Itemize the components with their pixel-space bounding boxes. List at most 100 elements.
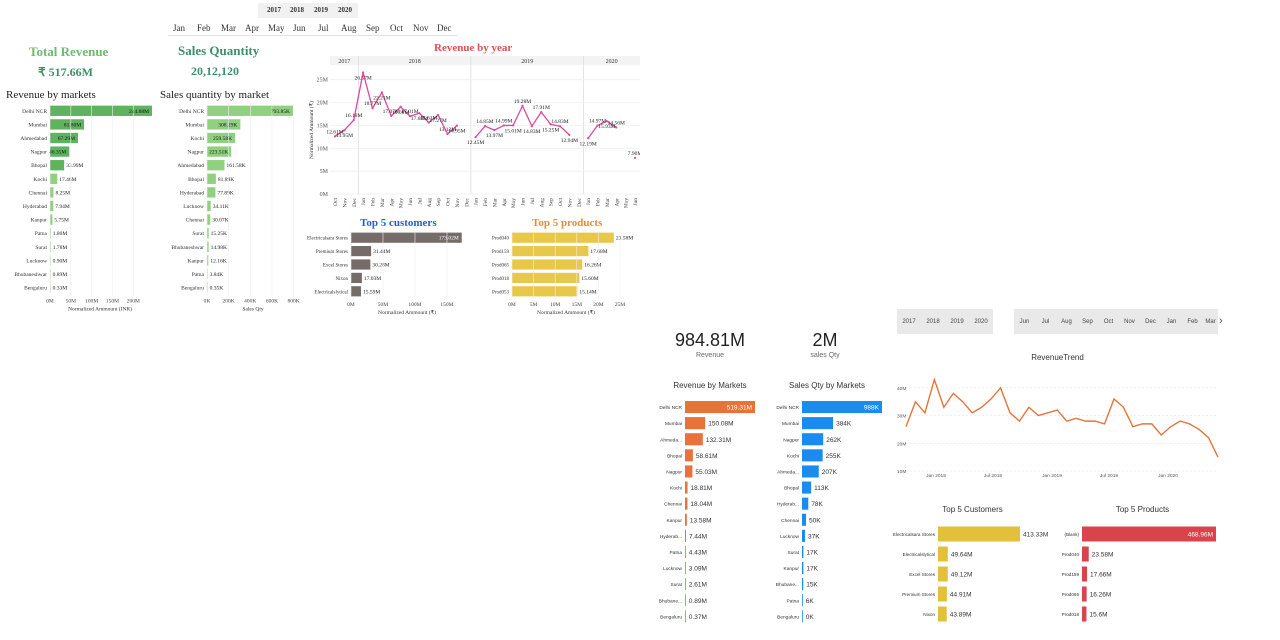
month-slicer-may[interactable]: May [268,23,285,33]
tick-label: 800K [287,298,299,304]
data-label: 173.02M [439,236,459,242]
x-tick-label: Dec [352,197,358,206]
month-slicer-nov[interactable]: Nov [413,23,429,33]
data-label: 16.18M [345,113,362,119]
category-label: Ahmeda... [660,437,682,443]
month-slicer-mar[interactable]: Mar [221,23,236,33]
data-point [633,156,637,159]
pbi-month-jan[interactable]: Jan [1161,309,1182,334]
data-label: 16.26M [584,263,601,269]
y-tick-label: 10M [897,469,906,475]
pbi-month-dec[interactable]: Dec [1140,309,1161,334]
category-label: Bhopal [667,453,682,459]
data-label: 81.80M [64,122,81,128]
month-slicer-feb[interactable]: Feb [197,23,211,33]
data-point [380,91,383,94]
tick-label: 5M [530,302,538,308]
data-label: 16.26M [1090,592,1112,599]
data-label: 67.29M [58,136,75,142]
data-label: 13.97M [486,133,503,139]
month-slicer-dec[interactable]: Dec [437,23,452,33]
data-label: 23.58M [1092,552,1114,559]
data-point [587,137,590,140]
year-slicer-2018[interactable]: 2018 [290,6,304,14]
year-slicer-2019[interactable]: 2019 [314,6,328,14]
bar [802,610,803,623]
data-label: 15.6M [1089,612,1107,619]
axis-label: Normalized Ammount (INR) [68,305,132,312]
category-label: Nagpur [188,150,205,156]
y-tick-label: 5M [320,169,329,175]
bar [938,526,1020,542]
category-label: Ahmedabad [20,136,47,142]
year-slicer-2020[interactable]: 2020 [338,6,352,14]
month-slicer-jun[interactable]: Jun [293,23,306,33]
data-point [343,129,346,132]
data-label: 46.35M [49,150,66,156]
bar [351,246,372,257]
bar [685,513,687,526]
category-label: Electricalslytical [903,552,935,557]
month-slicer-jul[interactable]: Jul [318,23,329,33]
data-point [540,111,543,114]
x-tick-label: Jun [408,198,414,206]
x-tick-label: Mar [492,198,498,207]
bar [802,449,823,462]
month-slicer-apr[interactable]: Apr [245,23,259,33]
bar [938,586,947,602]
pbi-month-mar[interactable]: Mar [1203,309,1218,334]
pbi-month-jun[interactable]: Jun [1014,309,1035,334]
category-label: Electricalsara Stores [893,532,936,537]
bar [802,417,834,430]
data-point [418,112,421,115]
bar [207,214,211,225]
pbi-month-sep[interactable]: Sep [1077,309,1098,334]
tick-label: 50M [378,302,389,308]
pbi-year-2017[interactable]: 2017 [897,309,921,334]
category-label: Nagpur [783,437,799,443]
data-label: 161.58K [226,163,245,169]
category-label: Nagpur [31,150,48,156]
pbi-month-feb[interactable]: Feb [1182,309,1203,334]
month-slicer-sep[interactable]: Sep [366,23,380,33]
x-tick-label: Feb [483,198,489,207]
category-label: Surat [192,231,204,237]
data-label: 14.98K [211,245,227,251]
pbi-year-2019[interactable]: 2019 [945,309,969,334]
data-label: 384K [836,421,852,428]
data-label: 113K [814,485,829,492]
pbi-month-oct[interactable]: Oct [1098,309,1119,334]
data-label: 14.99M [495,118,512,124]
bar [207,187,216,198]
pbi-month-jul[interactable]: Jul [1035,309,1056,334]
x-tick-label: Jul [530,198,536,205]
x-tick-label: Oct [333,198,339,206]
pbi-month-aug[interactable]: Aug [1056,309,1077,334]
pbi-year-2018[interactable]: 2018 [921,309,945,334]
tick-label: 150M [106,298,119,304]
chevron-right-icon[interactable]: › [1219,315,1223,327]
year-slicer-2017[interactable]: 2017 [267,6,281,14]
month-slicer-oct[interactable]: Oct [390,23,403,33]
category-label: Hyderab... [660,534,682,540]
x-tick-label: May [511,198,517,208]
x-tick-label: Jan [586,198,592,206]
data-label: 132.31M [706,437,731,444]
month-slicer-jan[interactable]: Jan [173,23,185,33]
x-tick-label: Apr [614,198,620,207]
data-label: 5.75M [54,218,69,224]
bar [938,546,948,562]
data-label: 259.58K [213,136,232,142]
data-label: 18.77M [364,101,381,107]
data-label: 31.44M [373,249,390,255]
bar [802,497,809,510]
data-label: 37K [808,533,820,540]
month-slicer-aug[interactable]: Aug [341,23,357,33]
x-tick-label: Dec [577,197,583,206]
x-tick-label: Jan 2020 [1158,473,1178,479]
data-point [493,129,496,132]
category-label: Lucknow [663,566,682,572]
bar [351,286,361,297]
pbi-year-2020[interactable]: 2020 [969,309,993,334]
pbi-month-nov[interactable]: Nov [1119,309,1140,334]
